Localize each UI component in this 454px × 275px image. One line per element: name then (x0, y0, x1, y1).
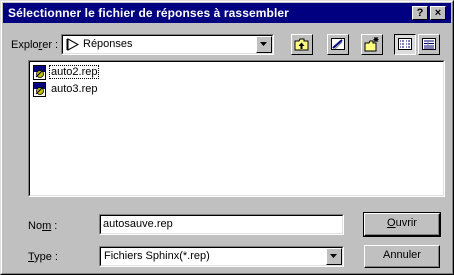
lookin-value: Réponses (83, 38, 133, 50)
filetype-combo[interactable]: Fichiers Sphinx(*.rep) (99, 246, 344, 267)
title-bar[interactable]: Sélectionner le fichier de réponses à ra… (3, 3, 451, 23)
desktop-button[interactable] (327, 34, 349, 55)
filetype-value: Fichiers Sphinx(*.rep) (104, 250, 210, 262)
desktop-icon (331, 38, 345, 50)
lookin-dropdown-button[interactable] (256, 36, 272, 53)
lookin-label: Explorer : (11, 39, 59, 51)
list-view-icon (398, 38, 412, 50)
lookin-combo[interactable]: Réponses (61, 34, 274, 55)
up-one-level-button[interactable] (291, 34, 313, 55)
close-button[interactable]: × (430, 6, 446, 20)
folder-arrow-icon (66, 38, 80, 54)
file-name: auto2.rep (48, 65, 100, 79)
filename-input[interactable]: autosauve.rep (99, 214, 344, 235)
dialog-title: Sélectionner le fichier de réponses à ra… (8, 6, 289, 20)
filename-value: autosauve.rep (103, 218, 173, 230)
filetype-dropdown-button[interactable] (326, 248, 342, 265)
chevron-down-icon (330, 254, 337, 258)
filetype-label: Type : (28, 251, 58, 263)
help-button[interactable]: ? (412, 6, 428, 20)
list-view-button[interactable] (394, 34, 416, 55)
sphinx-file-icon (33, 65, 46, 80)
new-folder-icon (364, 37, 379, 52)
open-button[interactable]: Ouvrir (363, 212, 441, 237)
chevron-down-icon (260, 42, 267, 46)
open-file-dialog: Sélectionner le fichier de réponses à ra… (0, 0, 454, 275)
file-name: auto3.rep (51, 83, 98, 95)
new-folder-button[interactable] (361, 34, 383, 55)
up-folder-icon (294, 38, 309, 51)
sphinx-file-icon (33, 82, 46, 97)
details-view-button[interactable] (418, 34, 440, 55)
file-list[interactable]: auto2.rep auto3.rep (28, 60, 445, 197)
cancel-button[interactable]: Annuler (364, 245, 440, 268)
details-view-icon (422, 38, 436, 50)
filename-label: Nom : (28, 220, 58, 232)
